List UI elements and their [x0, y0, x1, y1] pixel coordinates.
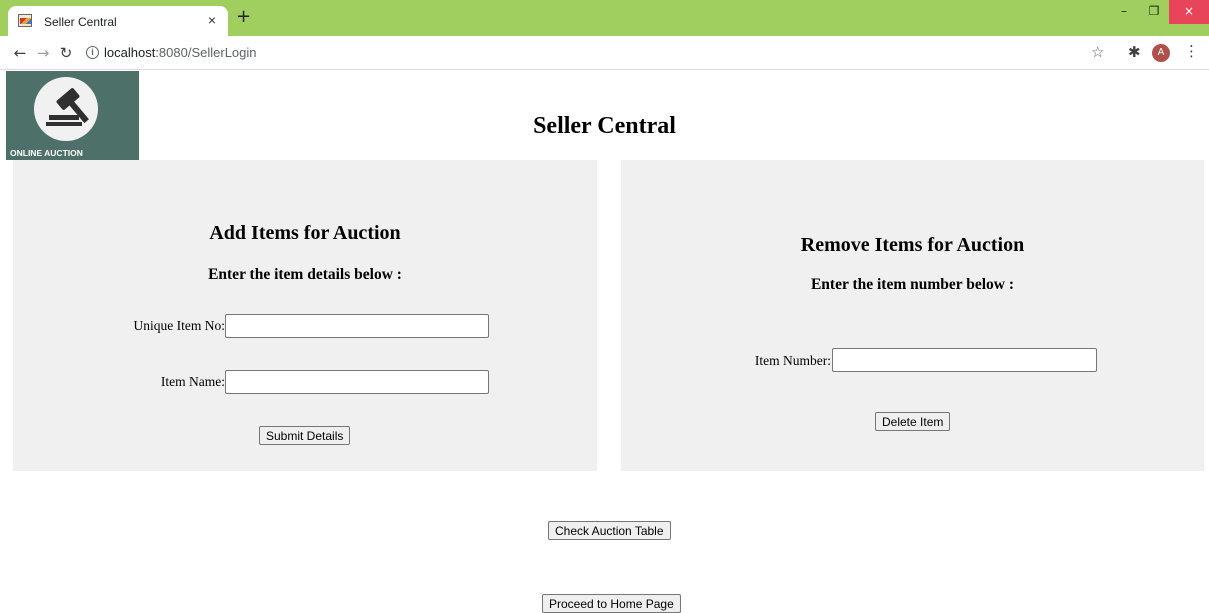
- delete-item-button[interactable]: Delete Item: [875, 412, 951, 431]
- info-icon[interactable]: i: [86, 46, 99, 59]
- reload-icon[interactable]: ↻: [56, 43, 76, 63]
- proceed-home-button[interactable]: Proceed to Home Page: [542, 594, 681, 613]
- add-items-panel: Add Items for Auction Enter the item det…: [13, 160, 597, 471]
- item-number-input[interactable]: [832, 348, 1097, 372]
- item-name-label: Item Name:: [160, 374, 225, 389]
- forward-arrow-icon[interactable]: →: [33, 43, 53, 63]
- extensions-icon[interactable]: ✱: [1128, 43, 1141, 61]
- restore-button[interactable]: ❐: [1139, 0, 1169, 24]
- item-number-label: Item Number:: [754, 353, 831, 368]
- remove-items-heading: Remove Items for Auction: [800, 234, 1025, 256]
- minimize-button[interactable]: –: [1109, 0, 1139, 24]
- window-close-button[interactable]: ×: [1169, 0, 1209, 24]
- back-arrow-icon[interactable]: ←: [10, 43, 30, 63]
- menu-icon[interactable]: ⋮: [1184, 42, 1199, 60]
- submit-details-button[interactable]: Submit Details: [259, 426, 351, 445]
- plus-icon[interactable]: +: [236, 6, 251, 27]
- url-host: localhost: [104, 45, 156, 60]
- window-controls: – ❐ ×: [1109, 0, 1209, 24]
- close-icon[interactable]: ×: [208, 12, 216, 28]
- browser-tab-bar: Seller Central × + – ❐ ×: [0, 0, 1209, 36]
- unique-item-no-label: Unique Item No:: [133, 318, 225, 333]
- star-icon[interactable]: ☆: [1091, 43, 1104, 61]
- remove-items-subheading: Enter the item number below :: [810, 276, 1015, 293]
- url-path: :8080/SellerLogin: [155, 45, 257, 60]
- item-name-input[interactable]: [225, 370, 489, 394]
- avatar[interactable]: A: [1152, 44, 1170, 62]
- tab-title: Seller Central: [44, 15, 117, 29]
- unique-item-no-input[interactable]: [225, 314, 489, 338]
- browser-tab[interactable]: Seller Central ×: [8, 6, 228, 36]
- address-bar: ← → ↻ i localhost:8080/SellerLogin ☆ ✱ A…: [0, 36, 1209, 70]
- page-title: Seller Central: [533, 113, 676, 139]
- favicon-icon: [18, 14, 32, 27]
- remove-items-panel: Remove Items for Auction Enter the item …: [621, 160, 1204, 471]
- add-items-heading: Add Items for Auction: [209, 222, 401, 244]
- add-items-subheading: Enter the item details below :: [208, 266, 402, 283]
- logo-text: ONLINE AUCTION: [10, 148, 83, 158]
- check-auction-table-button[interactable]: Check Auction Table: [548, 521, 671, 540]
- url-field[interactable]: localhost:8080/SellerLogin: [104, 45, 257, 60]
